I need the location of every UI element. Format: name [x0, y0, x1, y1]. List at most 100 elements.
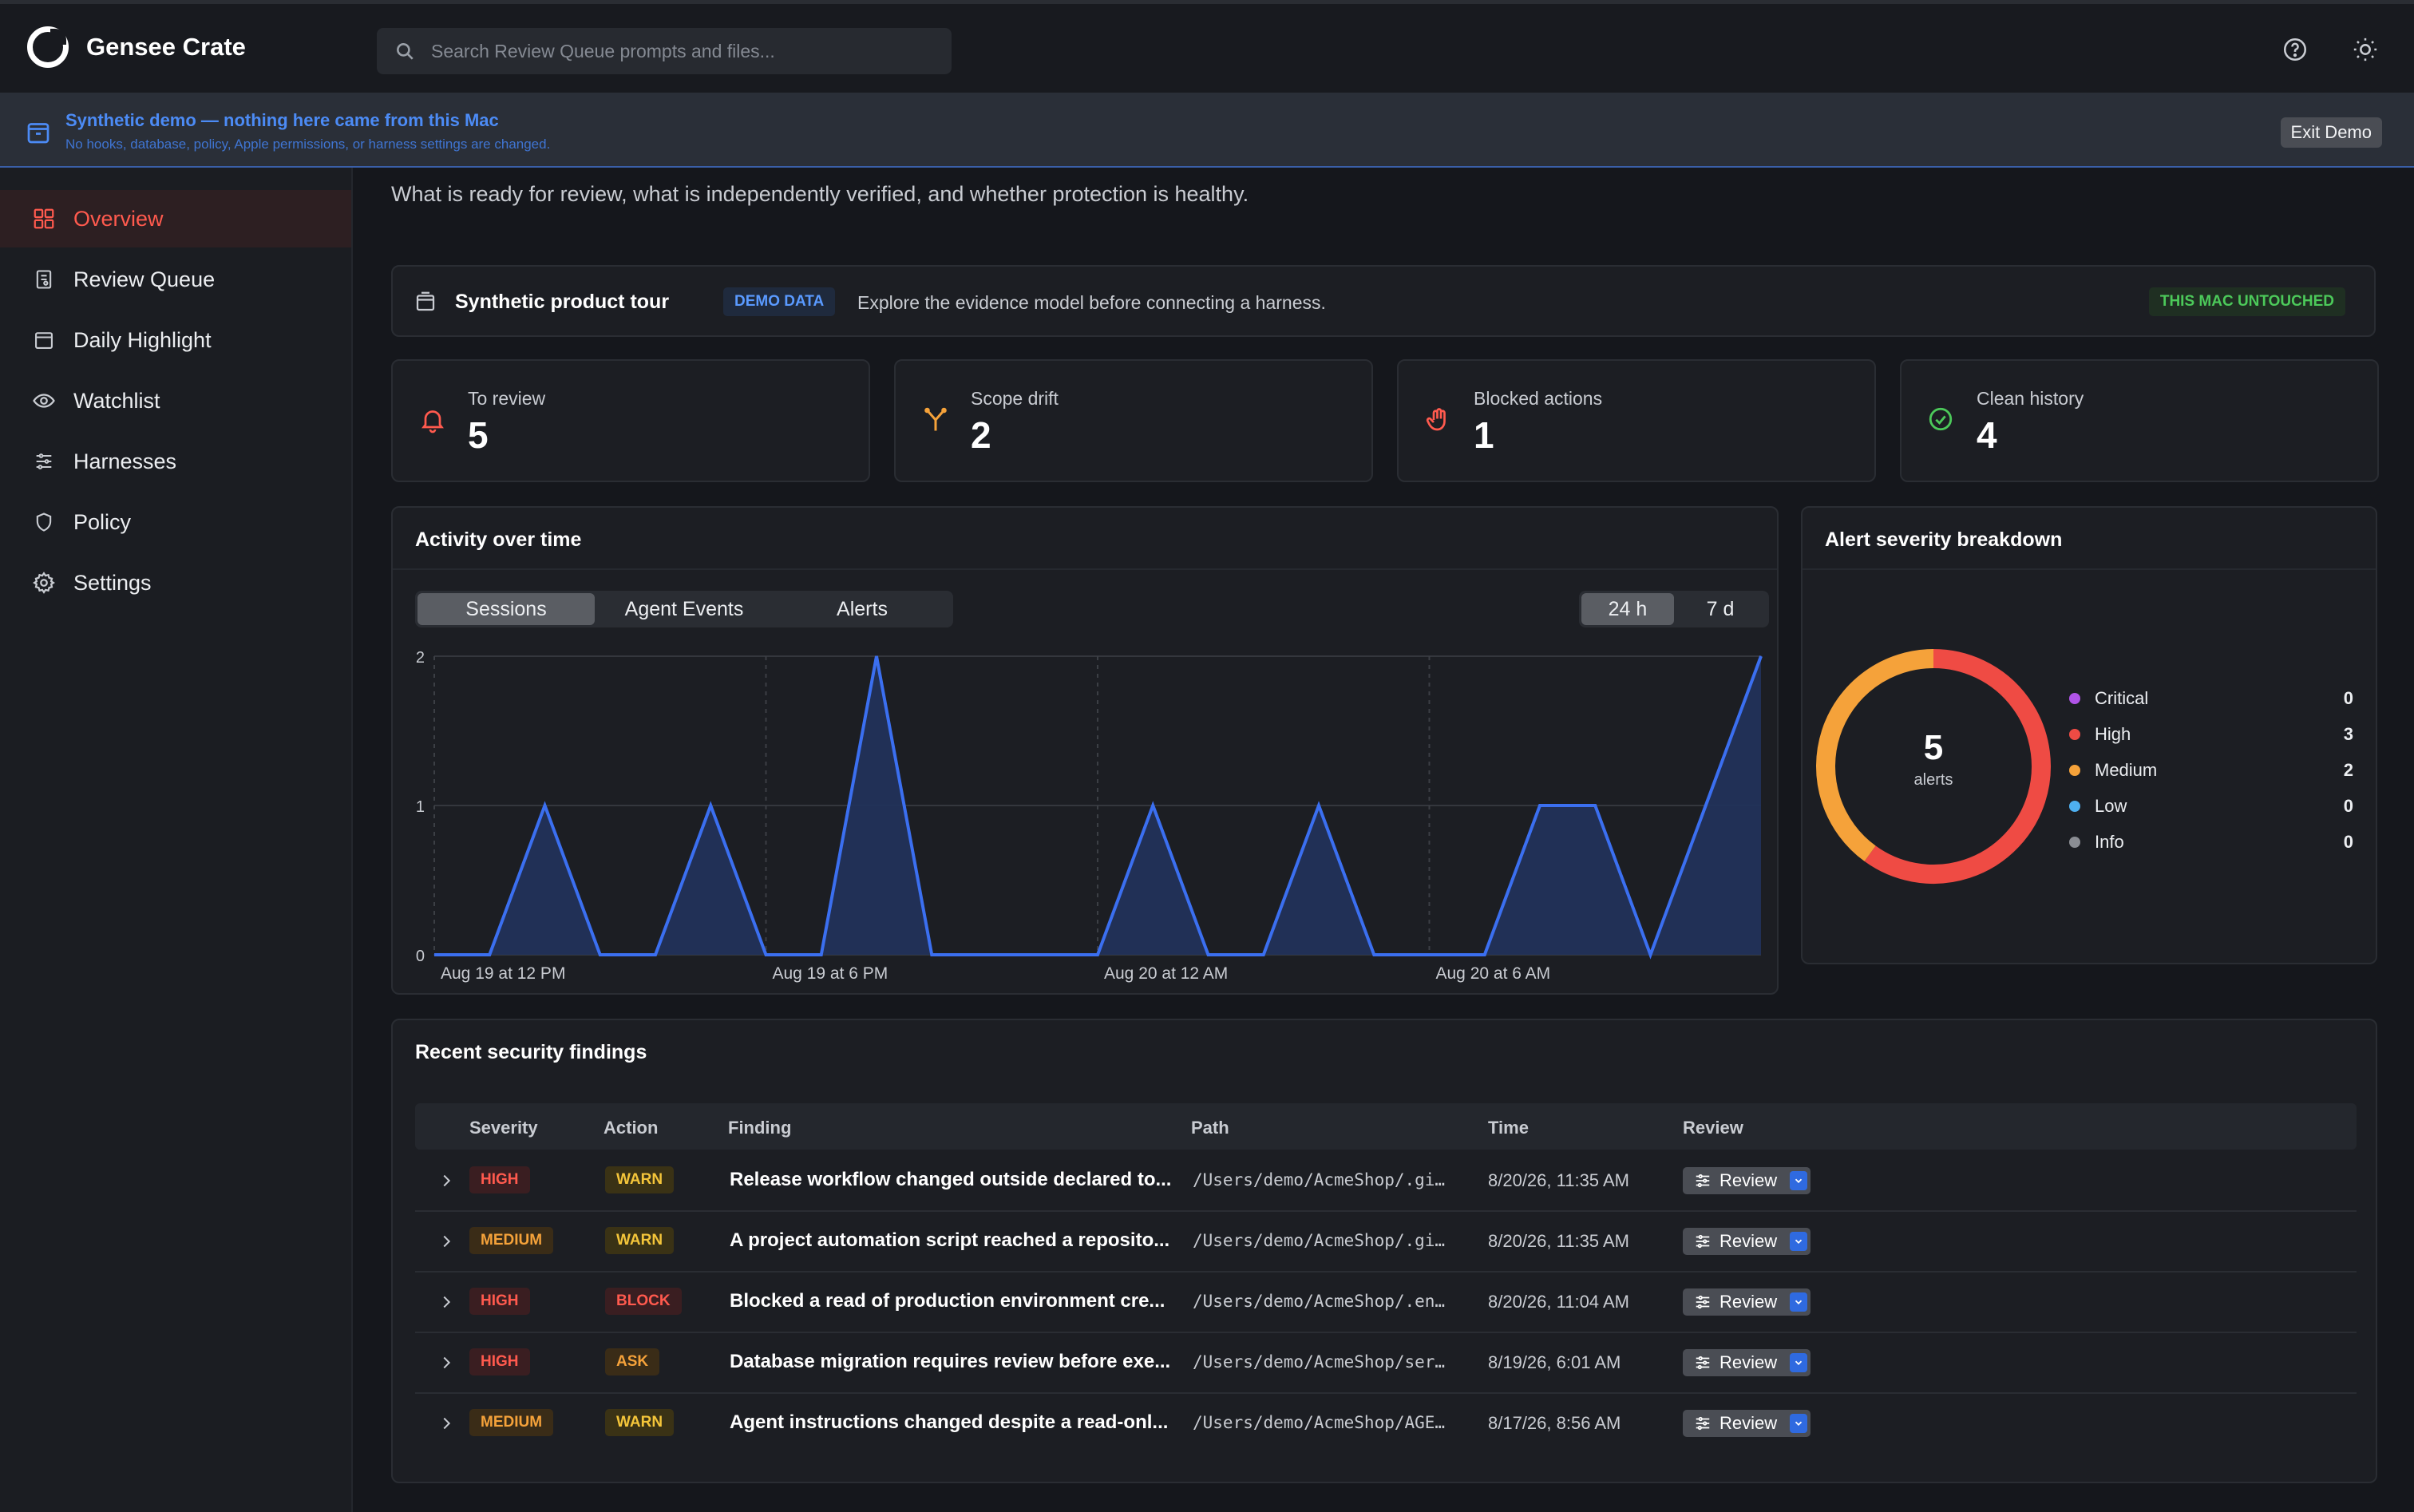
finding-time: 8/20/26, 11:35 AM — [1488, 1231, 1629, 1251]
range-toggle: 24 h 7 d — [1579, 591, 1769, 627]
donut-total-label: alerts — [1913, 771, 1953, 789]
table-row[interactable]: HIGH WARN Release workflow changed outside… — [415, 1151, 2357, 1212]
finding-text: Agent instructions changed despite a rea… — [730, 1411, 1169, 1433]
help-icon[interactable] — [2281, 36, 2309, 63]
x-tick-label: Aug 20 at 12 AM — [1104, 964, 1228, 983]
sidebar-item-policy[interactable]: Policy — [0, 493, 351, 551]
search-box[interactable] — [377, 28, 952, 74]
tab-agent-events[interactable]: Agent Events — [595, 593, 774, 625]
data-point — [655, 954, 656, 956]
review-button[interactable]: Review — [1683, 1410, 1811, 1437]
tab-alerts[interactable]: Alerts — [774, 593, 951, 625]
divider — [1803, 568, 2376, 570]
sidebar: Overview Review Queue Daily Highlight Wa… — [0, 168, 353, 1512]
review-button[interactable]: Review — [1683, 1167, 1811, 1194]
data-point — [1208, 954, 1209, 956]
banner-title: Synthetic demo — nothing here came from … — [65, 110, 499, 130]
chevron-down-icon[interactable] — [1790, 1353, 1808, 1372]
activity-title: Activity over time — [415, 528, 582, 551]
tab-sessions[interactable]: Sessions — [418, 593, 595, 625]
table-row[interactable]: MEDIUM WARN A project automation script re… — [415, 1212, 2357, 1273]
column-header[interactable]: Time — [1488, 1118, 1529, 1138]
chevron-right-icon[interactable] — [437, 1411, 455, 1435]
column-header[interactable]: Severity — [469, 1118, 538, 1138]
page-subtitle: What is ready for review, what is indepe… — [391, 182, 1249, 206]
search-icon — [397, 43, 414, 60]
findings-panel: Recent security findings Severity Action… — [391, 1019, 2377, 1483]
chevron-right-icon[interactable] — [437, 1169, 455, 1193]
finding-text: Blocked a read of production environment… — [730, 1290, 1165, 1312]
column-header[interactable]: Path — [1191, 1118, 1229, 1138]
main-content: What is ready for review, what is indepe… — [353, 168, 2414, 1512]
sliders-icon — [1696, 1416, 1710, 1431]
stat-value: 4 — [1977, 414, 1997, 456]
chevron-right-icon[interactable] — [437, 1351, 455, 1375]
chevron-down-icon[interactable] — [1790, 1292, 1808, 1312]
table-row[interactable]: HIGH BLOCK Blocked a read of production en… — [415, 1273, 2357, 1333]
review-button[interactable]: Review — [1683, 1349, 1811, 1376]
data-point — [1594, 805, 1596, 806]
stat-card-blocked-actions[interactable]: Blocked actions 1 — [1397, 359, 1876, 482]
sidebar-item-harnesses[interactable]: Harnesses — [0, 433, 351, 490]
legend-dot — [2069, 765, 2080, 776]
chevron-right-icon[interactable] — [437, 1290, 455, 1314]
severity-badge: HIGH — [469, 1166, 530, 1193]
legend-label: Critical — [2095, 688, 2149, 708]
stat-card-to-review[interactable]: To review 5 — [391, 359, 870, 482]
legend-label: Low — [2095, 796, 2127, 816]
theme-toggle-icon[interactable] — [2352, 36, 2379, 63]
column-header[interactable]: Finding — [728, 1118, 791, 1138]
chevron-right-icon[interactable] — [437, 1229, 455, 1253]
finding-time: 8/19/26, 6:01 AM — [1488, 1352, 1621, 1372]
data-point — [433, 954, 435, 956]
sidebar-item-watchlist[interactable]: Watchlist — [0, 372, 351, 429]
data-point — [1705, 805, 1707, 806]
sidebar-item-label: Policy — [73, 509, 132, 534]
review-label: Review — [1719, 1413, 1778, 1433]
sidebar-item-overview[interactable]: Overview — [0, 190, 351, 247]
stat-label: Scope drift — [971, 388, 1059, 409]
data-point — [1373, 954, 1375, 956]
column-header[interactable]: Action — [604, 1118, 658, 1138]
range-7d[interactable]: 7 d — [1674, 593, 1767, 625]
review-button[interactable]: Review — [1683, 1228, 1811, 1255]
sidebar-item-review-queue[interactable]: Review Queue — [0, 251, 351, 308]
severity-badge: MEDIUM — [469, 1227, 554, 1254]
stat-card-scope-drift[interactable]: Scope drift 2 — [894, 359, 1373, 482]
sidebar-item-daily-highlight[interactable]: Daily Highlight — [0, 311, 351, 369]
legend-value: 0 — [2343, 832, 2353, 852]
legend-value: 2 — [2343, 760, 2353, 780]
data-point — [544, 805, 545, 806]
chevron-down-icon[interactable] — [1790, 1171, 1808, 1190]
divider — [393, 568, 1777, 570]
check-circle-icon — [1929, 407, 1953, 431]
review-button[interactable]: Review — [1683, 1288, 1811, 1316]
action-badge: WARN — [605, 1166, 675, 1193]
search-input[interactable] — [429, 39, 924, 63]
demo-box-icon — [27, 123, 49, 144]
legend-item: Medium 2 — [2069, 758, 2353, 782]
sidebar-item-settings[interactable]: Settings — [0, 554, 351, 612]
legend-label: Info — [2095, 832, 2124, 852]
stat-value: 5 — [468, 414, 489, 456]
stat-label: Clean history — [1977, 388, 2084, 409]
chevron-down-icon[interactable] — [1790, 1232, 1808, 1251]
review-label: Review — [1719, 1170, 1778, 1190]
sidebar-item-label: Settings — [73, 570, 152, 595]
brand[interactable]: Gensee Crate — [27, 26, 246, 68]
action-badge: WARN — [605, 1409, 675, 1436]
severity-badge: MEDIUM — [469, 1409, 554, 1436]
range-24h[interactable]: 24 h — [1581, 593, 1674, 625]
finding-text: A project automation script reached a re… — [730, 1229, 1170, 1251]
table-row[interactable]: HIGH ASK Database migration requires revie… — [415, 1333, 2357, 1394]
grid-icon — [32, 207, 56, 231]
exit-demo-button[interactable]: Exit Demo — [2280, 117, 2382, 148]
column-header[interactable]: Review — [1683, 1118, 1743, 1138]
legend-item: High 3 — [2069, 722, 2353, 746]
stat-label: To review — [468, 388, 546, 409]
sliders-icon — [1696, 1174, 1710, 1188]
table-row[interactable]: MEDIUM WARN Agent instructions changed des… — [415, 1394, 2357, 1455]
chevron-down-icon[interactable] — [1790, 1414, 1808, 1433]
stat-card-clean-history[interactable]: Clean history 4 — [1900, 359, 2379, 482]
sidebar-item-label: Review Queue — [73, 267, 216, 291]
